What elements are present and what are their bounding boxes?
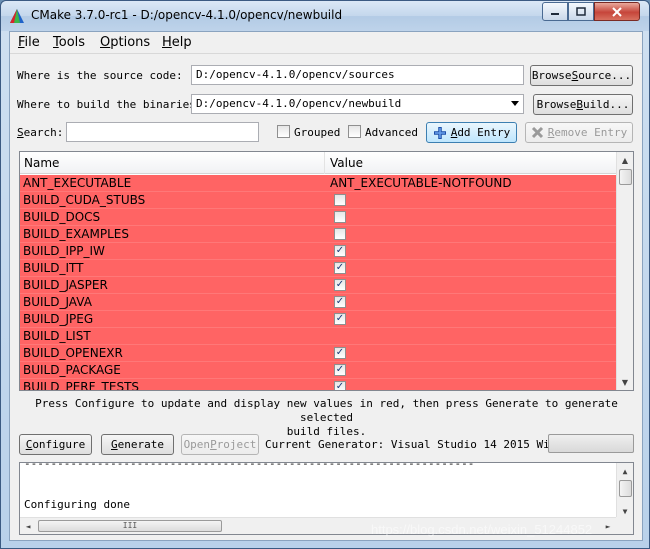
row-checkbox-checked[interactable]: ✓	[334, 347, 346, 359]
dropdown-arrow-icon	[511, 101, 519, 106]
remove-entry-button[interactable]: Remove Entry	[525, 122, 633, 143]
row-checkbox-checked[interactable]: ✓	[334, 313, 346, 325]
menu-options[interactable]: Options	[100, 35, 150, 50]
scroll-thumb[interactable]	[619, 169, 632, 185]
row-name: BUILD_CUDA_STUBS	[23, 193, 146, 207]
row-name: BUILD_LIST	[23, 329, 91, 343]
row-name: BUILD_PERF_TESTS	[23, 380, 140, 391]
maximize-button[interactable]	[568, 2, 594, 21]
output-vertical-scrollbar[interactable]: ▲ ▼	[616, 463, 633, 519]
table-row[interactable]: BUILD_ITT ✓	[20, 260, 617, 277]
output-scroll-thumb[interactable]	[619, 480, 632, 497]
binaries-path-value: D:/opencv-4.1.0/opencv/newbuild	[196, 97, 402, 110]
add-entry-button[interactable]: Add Entry	[426, 122, 517, 143]
table-row[interactable]: BUILD_LIST	[20, 328, 617, 345]
scroll-right-arrow-icon[interactable]: ►	[600, 518, 616, 534]
column-header-name[interactable]: Name	[24, 156, 59, 170]
current-generator-label: Current Generator: Visual Studio 14 2015…	[265, 438, 570, 451]
table-row[interactable]: BUILD_CUDA_STUBS	[20, 192, 617, 209]
row-checkbox[interactable]	[334, 211, 346, 223]
row-name: BUILD_ITT	[23, 261, 84, 275]
advanced-checkbox[interactable]	[348, 125, 361, 138]
row-checkbox-checked[interactable]: ✓	[334, 364, 346, 376]
output-dash-line: ----------------------------------------…	[24, 462, 475, 470]
horizontal-scroll-thumb[interactable]: III	[38, 520, 222, 532]
grouped-checkbox[interactable]	[277, 125, 290, 138]
search-input[interactable]	[66, 122, 259, 142]
row-checkbox-checked[interactable]: ✓	[334, 381, 346, 390]
row-name: BUILD_JASPER	[23, 278, 108, 292]
minimize-icon	[551, 12, 559, 15]
row-name: BUILD_JPEG	[23, 312, 94, 326]
column-header-value[interactable]: Value	[330, 156, 363, 170]
minimize-button[interactable]	[542, 2, 568, 21]
configure-hint: Press Configure to update and display ne…	[19, 397, 634, 439]
row-value[interactable]: ANT_EXECUTABLE-NOTFOUND	[330, 176, 512, 190]
source-label: Where is the source code:	[17, 69, 183, 82]
menu-file[interactable]: File	[18, 35, 40, 50]
row-name: BUILD_JAVA	[23, 295, 92, 309]
row-name: BUILD_DOCS	[23, 210, 101, 224]
menu-bar: File Tools Options Help	[10, 32, 642, 54]
close-icon	[612, 6, 622, 17]
remove-icon	[531, 126, 543, 139]
table-row[interactable]: ANT_EXECUTABLE ANT_EXECUTABLE-NOTFOUND	[20, 175, 617, 192]
configure-button[interactable]: Configure	[19, 434, 92, 455]
table-row[interactable]: BUILD_DOCS	[20, 209, 617, 226]
column-separator[interactable]	[324, 152, 325, 174]
row-checkbox-checked[interactable]: ✓	[334, 245, 346, 257]
grouped-label: Grouped	[294, 126, 341, 139]
cache-table: Name Value ANT_EXECUTABLE ANT_EXECUTABLE-…	[19, 151, 634, 391]
binaries-path-combobox[interactable]: D:/opencv-4.1.0/opencv/newbuild	[191, 94, 524, 114]
table-row[interactable]: BUILD_IPP_IW ✓	[20, 243, 617, 260]
browse-build-button[interactable]: Browse Build...	[533, 94, 633, 115]
plus-icon	[433, 126, 446, 139]
table-row[interactable]: BUILD_JAVA ✓	[20, 294, 617, 311]
row-name: BUILD_EXAMPLES	[23, 227, 129, 241]
scroll-up-arrow-icon[interactable]: ▲	[617, 152, 633, 168]
source-path-field[interactable]: D:/opencv-4.1.0/opencv/sources	[191, 65, 524, 85]
scroll-corner	[616, 517, 633, 534]
scroll-down-arrow-icon[interactable]: ▼	[617, 374, 633, 390]
row-checkbox-checked[interactable]: ✓	[334, 262, 346, 274]
row-name: BUILD_PACKAGE	[23, 363, 121, 377]
generate-button[interactable]: Generate	[101, 434, 174, 455]
close-button[interactable]	[594, 2, 640, 21]
title-bar[interactable]: CMake 3.7.0-rc1 - D:/opencv-4.1.0/opencv…	[1, 1, 649, 31]
cmake-window: CMake 3.7.0-rc1 - D:/opencv-4.1.0/opencv…	[0, 0, 650, 549]
window-title: CMake 3.7.0-rc1 - D:/opencv-4.1.0/opencv…	[31, 8, 343, 22]
table-vertical-scrollbar[interactable]: ▲ ▼	[616, 152, 633, 390]
row-checkbox[interactable]	[334, 194, 346, 206]
table-rows: ANT_EXECUTABLE ANT_EXECUTABLE-NOTFOUND BUI…	[20, 175, 617, 391]
row-name: BUILD_OPENEXR	[23, 346, 123, 360]
watermark: https://blog.csdn.net/weixin_51244852	[371, 522, 593, 537]
row-checkbox[interactable]	[334, 228, 346, 240]
progress-bar	[548, 434, 634, 453]
menu-tools[interactable]: Tools	[53, 35, 85, 50]
table-row[interactable]: BUILD_EXAMPLES	[20, 226, 617, 243]
maximize-icon	[576, 7, 586, 16]
search-label: Search:	[17, 126, 64, 139]
row-checkbox-checked[interactable]: ✓	[334, 279, 346, 291]
table-row[interactable]: BUILD_JPEG ✓	[20, 311, 617, 328]
menu-help[interactable]: Help	[162, 35, 192, 50]
advanced-label: Advanced	[365, 126, 418, 139]
table-row[interactable]: BUILD_JASPER ✓	[20, 277, 617, 294]
table-row[interactable]: BUILD_PACKAGE ✓	[20, 362, 617, 379]
client-area: File Tools Options Help Where is the sou…	[9, 31, 643, 541]
row-name: ANT_EXECUTABLE	[23, 176, 132, 190]
scroll-left-arrow-icon[interactable]: ◄	[20, 518, 36, 534]
cmake-app-icon	[10, 9, 24, 23]
output-scroll-up-icon[interactable]: ▲	[617, 463, 633, 479]
hint-line-1: Press Configure to update and display ne…	[35, 397, 618, 424]
table-header: Name Value	[20, 152, 617, 174]
output-last-line: Configuring done	[24, 498, 130, 511]
binaries-label: Where to build the binaries:	[17, 98, 203, 111]
browse-source-button[interactable]: Browse Source...	[530, 65, 633, 86]
row-name: BUILD_IPP_IW	[23, 244, 105, 258]
table-row[interactable]: BUILD_OPENEXR ✓	[20, 345, 617, 362]
table-row[interactable]: BUILD_PERF_TESTS ✓	[20, 379, 617, 391]
open-project-button[interactable]: Open Project	[181, 434, 259, 455]
row-checkbox-checked[interactable]: ✓	[334, 296, 346, 308]
